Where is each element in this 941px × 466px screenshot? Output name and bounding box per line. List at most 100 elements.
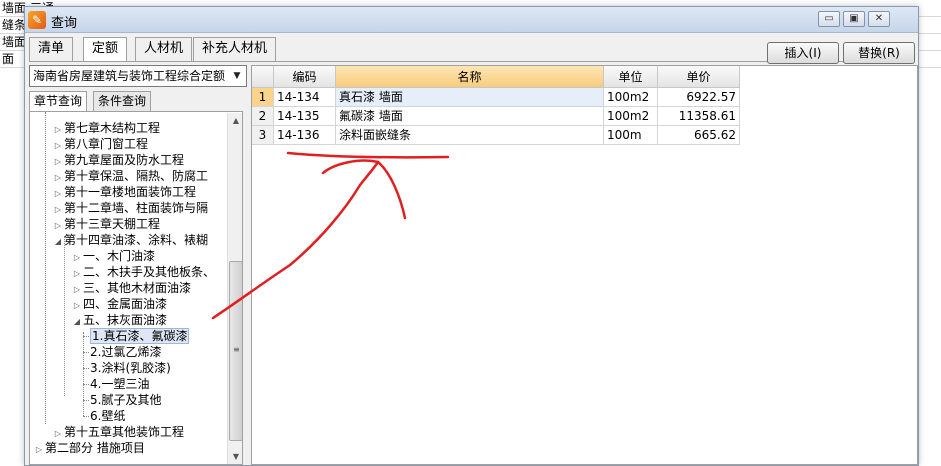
grip-icon: ≡: [233, 345, 240, 354]
tree-node-label: 第十一章楼地面装饰工程: [64, 185, 197, 199]
tab-condition-search[interactable]: 条件查询: [93, 91, 152, 111]
cell-price[interactable]: 6922.57: [658, 88, 740, 107]
background-cell: 墙面: [2, 1, 27, 15]
tree-node-label: 第八章门窗工程: [64, 137, 149, 151]
tree-node[interactable]: ▷ 第八章门窗工程: [52, 136, 148, 152]
expand-icon[interactable]: ▷: [33, 442, 45, 458]
cell-price[interactable]: 11358.61: [658, 107, 740, 126]
tree-node-label: 一、木门油漆: [83, 249, 156, 263]
window-title: 查询: [51, 16, 78, 31]
cell-unit[interactable]: 100m: [604, 126, 658, 145]
tree-node-label: 2.过氯乙烯漆: [90, 345, 162, 359]
tree-leaf[interactable]: 5.腻子及其他: [90, 392, 161, 408]
tree-guide: [83, 368, 89, 369]
tree-node[interactable]: ▷ 第二部分 措施项目: [33, 440, 145, 456]
tree-node[interactable]: ▷ 二、木扶手及其他板条、: [71, 264, 215, 280]
tree-guide: [83, 352, 89, 353]
cell-code[interactable]: 14-135: [274, 107, 336, 126]
tree-guide: [45, 112, 46, 424]
tree-node-label: 第十五章其他装饰工程: [64, 425, 185, 439]
tree-node-label: 三、其他木材面油漆: [83, 281, 192, 295]
title-bar[interactable]: ✎ 查询 ▭ ▣ ✕: [25, 7, 918, 33]
tab-list[interactable]: 清单: [29, 37, 74, 61]
minimize-button[interactable]: ▭: [818, 11, 840, 27]
tree-guide: [83, 336, 89, 337]
tree-node-label: 二、木扶手及其他板条、: [83, 265, 216, 279]
tree-node[interactable]: ▷ 第十三章天棚工程: [52, 216, 160, 232]
row-number[interactable]: 2: [252, 107, 274, 126]
tree-node[interactable]: ▷ 第七章木结构工程: [52, 120, 160, 136]
replace-button[interactable]: 替换(R): [843, 42, 915, 64]
row-number[interactable]: 1: [252, 88, 274, 107]
tree-node-label: 第十二章墙、柱面装饰与隔: [64, 201, 209, 215]
tree-leaf[interactable]: 2.过氯乙烯漆: [90, 344, 161, 360]
tab-supplement-labor-material[interactable]: 补充人材机: [193, 37, 277, 61]
tree-node-label: 第十三章天棚工程: [64, 217, 161, 231]
collapse-icon[interactable]: ◢: [52, 234, 64, 250]
left-panel: 海南省房屋建筑与装饰工程综合定额 ▼ 章节查询 条件查询 ▷ 第七章木结构工程 ▷…: [29, 65, 249, 465]
quota-library-value: 海南省房屋建筑与装饰工程综合定额: [33, 69, 226, 83]
tree-guide: [83, 384, 89, 385]
tree-scrollbar[interactable]: ▲ ≡ ▼: [227, 113, 242, 464]
insert-button[interactable]: 插入(I): [767, 42, 839, 64]
tree-node-label: 第二部分 措施项目: [45, 441, 145, 455]
tree-node-expanded[interactable]: ◢ 五、抹灰面油漆: [71, 312, 167, 328]
tree-leaf[interactable]: 4.一塑三油: [90, 376, 149, 392]
tree-guide: [83, 400, 89, 401]
scroll-up-icon[interactable]: ▲: [228, 113, 242, 129]
close-button[interactable]: ✕: [868, 11, 890, 27]
column-header-code[interactable]: 编码: [274, 66, 336, 88]
collapse-icon[interactable]: ◢: [71, 314, 83, 330]
tab-labor-material-machine[interactable]: 人材机: [135, 37, 193, 61]
tab-quota[interactable]: 定额: [83, 37, 128, 62]
tree-leaf-selected[interactable]: 1.真石漆、氟碳漆: [90, 328, 190, 344]
tree-node[interactable]: ▷ 四、金属面油漆: [71, 296, 167, 312]
tree-node-label: 四、金属面油漆: [83, 297, 168, 311]
tree-node[interactable]: ▷ 第九章屋面及防水工程: [52, 152, 184, 168]
tree-node-label: 第十四章油漆、涂料、裱糊: [64, 233, 209, 247]
results-panel: 编码 名称 单位 单价 1 14-134 真石漆 墙面 100m2 6922.5…: [251, 65, 918, 465]
quota-library-select[interactable]: 海南省房屋建筑与装饰工程综合定额 ▼: [29, 65, 247, 87]
cell-name[interactable]: 涂料面嵌缝条: [336, 126, 604, 145]
background-cell: 墙面: [2, 35, 27, 49]
tree-leaf[interactable]: 6.壁纸: [90, 408, 125, 424]
tree-node-label: 3.涂料(乳胶漆): [90, 361, 171, 375]
tab-chapter-search[interactable]: 章节查询: [29, 91, 88, 112]
app-icon: ✎: [28, 11, 46, 29]
tree-leaf[interactable]: 3.涂料(乳胶漆): [90, 360, 171, 376]
tree-node-label: 5.腻子及其他: [90, 393, 162, 407]
chevron-down-icon[interactable]: ▼: [230, 69, 244, 83]
tree-node[interactable]: ▷ 第十五章其他装饰工程: [52, 424, 184, 440]
column-header-name[interactable]: 名称: [336, 66, 604, 88]
cell-name[interactable]: 真石漆 墙面: [336, 88, 604, 107]
row-header-corner: [252, 66, 274, 88]
column-header-price[interactable]: 单价: [658, 66, 740, 88]
cell-unit[interactable]: 100m2: [604, 107, 658, 126]
tree-node-label: 第七章木结构工程: [64, 121, 161, 135]
row-number[interactable]: 3: [252, 126, 274, 145]
tree-node-label: 4.一塑三油: [90, 377, 150, 391]
tree-guide: [83, 416, 89, 417]
cell-code[interactable]: 14-136: [274, 126, 336, 145]
tree-node[interactable]: ▷ 第十一章楼地面装饰工程: [52, 184, 196, 200]
tree-node-expanded[interactable]: ◢ 第十四章油漆、涂料、裱糊: [52, 232, 208, 248]
cell-unit[interactable]: 100m2: [604, 88, 658, 107]
tree-node[interactable]: ▷ 一、木门油漆: [71, 248, 155, 264]
background-cell: 缝条: [2, 18, 27, 32]
cell-code[interactable]: 14-134: [274, 88, 336, 107]
chapter-tree: ▷ 第七章木结构工程 ▷ 第八章门窗工程 ▷ 第九章屋面及防水工程 ▷ 第十章保温、隔热…: [29, 111, 243, 465]
scroll-thumb[interactable]: ≡: [229, 261, 242, 441]
cell-name[interactable]: 氟碳漆 墙面: [336, 107, 604, 126]
cell-price[interactable]: 665.62: [658, 126, 740, 145]
scroll-down-icon[interactable]: ▼: [228, 449, 242, 464]
tree-node[interactable]: ▷ 第十二章墙、柱面装饰与隔: [52, 200, 208, 216]
tree-node[interactable]: ▷ 三、其他木材面油漆: [71, 280, 191, 296]
query-dialog: ✎ 查询 ▭ ▣ ✕ 清单 定额 人材机 补充人材机 插入(I) 替换(R) 海…: [24, 6, 919, 466]
tree-node-label: 6.壁纸: [90, 409, 126, 423]
tree-node[interactable]: ▷ 第十章保温、隔热、防腐工: [52, 168, 208, 184]
tree-node-label: 1.真石漆、氟碳漆: [90, 328, 190, 344]
tree-node-label: 第十章保温、隔热、防腐工: [64, 169, 209, 183]
tree-node-label: 五、抹灰面油漆: [83, 313, 168, 327]
column-header-unit[interactable]: 单位: [604, 66, 658, 88]
restore-button[interactable]: ▣: [843, 11, 865, 27]
